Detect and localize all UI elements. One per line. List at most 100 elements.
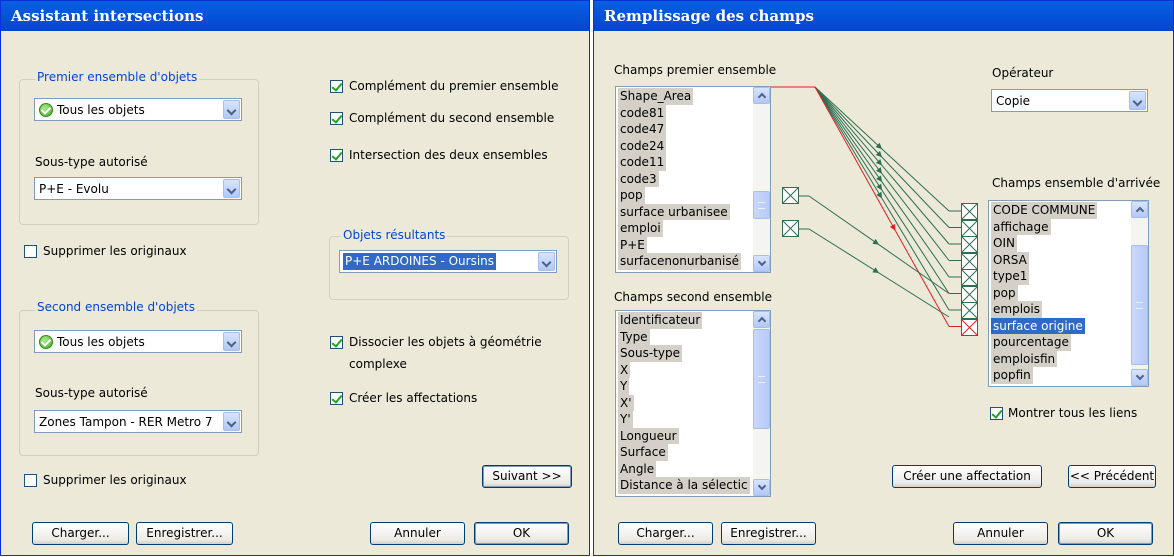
target-link-box[interactable] bbox=[961, 252, 978, 270]
list-item[interactable]: Angle bbox=[618, 460, 657, 477]
field-filling-dialog: Remplissage des champs Champs premier en… bbox=[593, 0, 1174, 556]
list-item[interactable]: emploi bbox=[618, 220, 663, 237]
target-link-box[interactable] bbox=[961, 269, 978, 286]
list-item[interactable]: Shape_Area bbox=[618, 88, 694, 105]
first-subtype-select[interactable]: P+E - Evolu bbox=[34, 177, 242, 200]
list-item[interactable]: CODE COMMUNE bbox=[991, 202, 1098, 219]
list-item[interactable]: surfacenonurbanisé bbox=[618, 253, 741, 270]
next-button[interactable]: Suivant >> bbox=[482, 465, 572, 488]
list-item[interactable]: Identificateur bbox=[618, 312, 703, 329]
previous-button[interactable]: << Précédent bbox=[1068, 465, 1156, 488]
delete-originals-2-checkbox[interactable] bbox=[24, 474, 37, 487]
first-fields-scrollbar[interactable] bbox=[753, 87, 770, 272]
list-item[interactable]: emploisfin bbox=[991, 350, 1058, 367]
link-box-pop[interactable] bbox=[782, 187, 799, 204]
list-item[interactable]: Longueur bbox=[618, 427, 679, 444]
target-link-box[interactable] bbox=[961, 219, 978, 237]
target-fields-list[interactable]: CODE COMMUNE affichage OIN ORSA type1 pop empl… bbox=[988, 200, 1149, 387]
chevron-down-icon[interactable] bbox=[223, 179, 240, 198]
field-link-line bbox=[808, 228, 950, 318]
scroll-thumb[interactable] bbox=[1131, 245, 1148, 365]
list-item[interactable]: popfin bbox=[991, 367, 1033, 384]
result-objects-select[interactable]: P+E ARDOINES - Oursins bbox=[339, 250, 557, 273]
field-link-line bbox=[814, 86, 950, 294]
scroll-thumb[interactable] bbox=[753, 191, 770, 219]
list-item[interactable]: X' bbox=[618, 394, 634, 411]
delete-originals-1-checkbox[interactable] bbox=[24, 245, 37, 258]
show-all-links-checkbox[interactable] bbox=[990, 407, 1003, 420]
list-item[interactable]: Distance à la sélectic bbox=[618, 477, 750, 494]
first-fields-list[interactable]: Shape_Area code81 code47 code24 code11 code3 p… bbox=[615, 86, 771, 273]
ok-button[interactable]: OK bbox=[474, 522, 569, 545]
chevron-down-icon[interactable] bbox=[223, 332, 240, 351]
list-item[interactable]: type1 bbox=[991, 268, 1030, 285]
list-item[interactable]: affichage bbox=[991, 218, 1051, 235]
scroll-up-icon[interactable] bbox=[1131, 201, 1148, 218]
dissociate-label-line1: Dissocier les objets à géométrie bbox=[349, 335, 542, 349]
first-fields-label: Champs premier ensemble bbox=[614, 63, 777, 77]
link-box-emploi[interactable] bbox=[782, 220, 799, 237]
list-item[interactable]: surface urbanisee bbox=[618, 203, 730, 220]
complement-first-checkbox[interactable] bbox=[330, 80, 343, 93]
chevron-down-icon[interactable] bbox=[223, 100, 240, 119]
list-item[interactable]: surface origine bbox=[991, 317, 1085, 334]
create-assignment-button[interactable]: Créer une affectation bbox=[892, 465, 1042, 488]
save-button[interactable]: Enregistrer... bbox=[721, 522, 816, 545]
scroll-thumb[interactable] bbox=[753, 329, 770, 429]
assistant-intersections-dialog: Assistant intersections Premier ensemble… bbox=[0, 0, 590, 556]
operator-select[interactable]: Copie bbox=[991, 89, 1148, 112]
scroll-up-icon[interactable] bbox=[753, 87, 770, 104]
chevron-down-icon[interactable] bbox=[1129, 91, 1146, 110]
scroll-down-icon[interactable] bbox=[753, 255, 770, 272]
list-item[interactable]: code47 bbox=[618, 121, 667, 138]
list-item[interactable]: Surface bbox=[618, 444, 668, 461]
second-fields-list[interactable]: Identificateur Type Sous-type X Y X' Y' Longueu… bbox=[615, 310, 771, 497]
list-item[interactable]: code81 bbox=[618, 104, 667, 121]
delete-originals-1-label: Supprimer les originaux bbox=[43, 244, 187, 258]
load-button[interactable]: Charger... bbox=[32, 522, 129, 545]
cancel-button[interactable]: Annuler bbox=[370, 522, 465, 545]
list-item[interactable]: ORSA bbox=[991, 251, 1029, 268]
save-button[interactable]: Enregistrer... bbox=[136, 522, 233, 545]
scroll-down-icon[interactable] bbox=[753, 479, 770, 496]
scroll-up-icon[interactable] bbox=[753, 311, 770, 328]
list-item[interactable]: code3 bbox=[618, 170, 659, 187]
list-item[interactable]: code11 bbox=[618, 154, 667, 171]
ok-button[interactable]: OK bbox=[1058, 522, 1153, 545]
list-item[interactable]: Y' bbox=[618, 411, 633, 428]
list-item[interactable]: OIN bbox=[991, 235, 1017, 252]
target-link-box[interactable] bbox=[961, 285, 978, 303]
chevron-down-icon[interactable] bbox=[538, 252, 555, 271]
list-item[interactable]: code24 bbox=[618, 137, 667, 154]
target-fields-scrollbar[interactable] bbox=[1131, 201, 1148, 386]
list-item[interactable]: Sous-type bbox=[618, 345, 682, 362]
complement-second-checkbox[interactable] bbox=[330, 112, 343, 125]
link-arrow bbox=[889, 223, 896, 231]
target-link-box[interactable] bbox=[961, 302, 978, 319]
list-item[interactable]: P+E bbox=[618, 236, 647, 253]
cancel-button[interactable]: Annuler bbox=[953, 522, 1048, 545]
list-item[interactable]: Type bbox=[618, 328, 650, 345]
target-link-box[interactable] bbox=[961, 203, 978, 220]
chevron-down-icon[interactable] bbox=[223, 412, 240, 431]
second-set-object-select[interactable]: Tous les objets bbox=[34, 330, 242, 353]
first-set-object-select[interactable]: Tous les objets bbox=[34, 98, 242, 121]
second-fields-scrollbar[interactable] bbox=[753, 311, 770, 496]
second-subtype-select[interactable]: Zones Tampon - RER Metro 7 bbox=[34, 410, 242, 433]
dissociate-checkbox[interactable] bbox=[330, 336, 343, 349]
list-item[interactable]: emplois bbox=[991, 301, 1042, 318]
intersection-checkbox[interactable] bbox=[330, 149, 343, 162]
list-item[interactable]: Y bbox=[618, 378, 630, 395]
list-item[interactable]: pop bbox=[991, 284, 1018, 301]
first-subtype-label: Sous-type autorisé bbox=[35, 155, 148, 169]
target-link-box[interactable] bbox=[961, 318, 978, 336]
list-item[interactable]: X bbox=[618, 361, 631, 378]
create-assignments-checkbox[interactable] bbox=[330, 392, 343, 405]
intersection-label: Intersection des deux ensembles bbox=[349, 148, 548, 162]
target-link-box[interactable] bbox=[961, 236, 978, 253]
list-item[interactable]: pop bbox=[618, 187, 645, 204]
result-objects-legend: Objets résultants bbox=[341, 228, 448, 242]
scroll-down-icon[interactable] bbox=[1131, 369, 1148, 386]
load-button[interactable]: Charger... bbox=[618, 522, 713, 545]
list-item[interactable]: pourcentage bbox=[991, 334, 1071, 351]
